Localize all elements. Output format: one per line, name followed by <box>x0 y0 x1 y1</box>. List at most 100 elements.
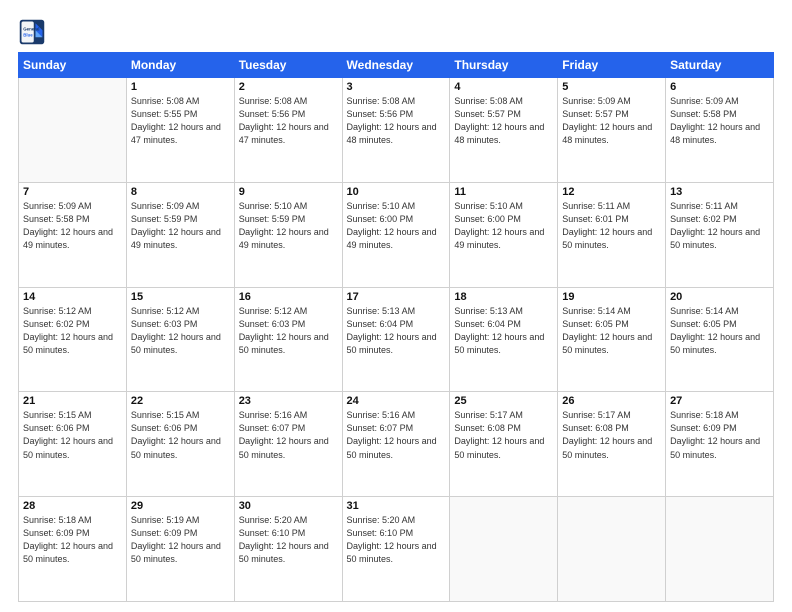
calendar-cell: 5 Sunrise: 5:09 AMSunset: 5:57 PMDaylight… <box>558 78 666 183</box>
calendar-cell: 29 Sunrise: 5:19 AMSunset: 6:09 PMDayligh… <box>126 497 234 602</box>
day-number: 28 <box>23 500 122 512</box>
day-number: 26 <box>562 395 661 407</box>
calendar-cell: 3Sunrise: 5:08 AMSunset: 5:56 PMDaylight… <box>342 78 450 183</box>
day-number: 16 <box>239 291 338 303</box>
calendar-cell: 24 Sunrise: 5:16 AMSunset: 6:07 PMDayligh… <box>342 392 450 497</box>
calendar-cell <box>450 497 558 602</box>
day-info: Sunrise: 5:08 AMSunset: 5:56 PMDaylight:… <box>347 95 446 147</box>
day-info: Sunrise: 5:15 AMSunset: 6:06 PMDaylight:… <box>23 409 122 461</box>
day-number: 4 <box>454 81 553 93</box>
weekday-header-wednesday: Wednesday <box>342 53 450 78</box>
logo-icon: General Blue <box>18 18 46 46</box>
day-info: Sunrise: 5:18 AMSunset: 6:09 PMDaylight:… <box>670 409 769 461</box>
day-number: 15 <box>131 291 230 303</box>
day-info: Sunrise: 5:08 AMSunset: 5:55 PMDaylight:… <box>131 95 230 147</box>
day-number: 7 <box>23 186 122 198</box>
calendar-cell: 6Sunrise: 5:09 AMSunset: 5:58 PMDaylight… <box>666 78 774 183</box>
day-info: Sunrise: 5:13 AMSunset: 6:04 PMDaylight:… <box>454 305 553 357</box>
day-number: 8 <box>131 186 230 198</box>
calendar-cell: 22 Sunrise: 5:15 AMSunset: 6:06 PMDayligh… <box>126 392 234 497</box>
logo: General Blue <box>18 18 50 46</box>
calendar-cell <box>666 497 774 602</box>
calendar-cell: 2Sunrise: 5:08 AMSunset: 5:56 PMDaylight… <box>234 78 342 183</box>
day-number: 21 <box>23 395 122 407</box>
day-number: 19 <box>562 291 661 303</box>
day-number: 2 <box>239 81 338 93</box>
day-info: Sunrise: 5:10 AMSunset: 6:00 PMDaylight:… <box>454 200 553 252</box>
svg-text:Blue: Blue <box>23 32 33 37</box>
weekday-header-friday: Friday <box>558 53 666 78</box>
day-info: Sunrise: 5:12 AMSunset: 6:03 PMDaylight:… <box>131 305 230 357</box>
day-info: Sunrise: 5:17 AMSunset: 6:08 PMDaylight:… <box>454 409 553 461</box>
day-number: 22 <box>131 395 230 407</box>
calendar-cell: 18 Sunrise: 5:13 AMSunset: 6:04 PMDayligh… <box>450 287 558 392</box>
day-number: 14 <box>23 291 122 303</box>
day-number: 17 <box>347 291 446 303</box>
day-info: Sunrise: 5:15 AMSunset: 6:06 PMDaylight:… <box>131 409 230 461</box>
calendar-cell: 16Sunrise: 5:12 AMSunset: 6:03 PMDayligh… <box>234 287 342 392</box>
weekday-header-monday: Monday <box>126 53 234 78</box>
day-number: 23 <box>239 395 338 407</box>
day-number: 24 <box>347 395 446 407</box>
weekday-header-saturday: Saturday <box>666 53 774 78</box>
calendar-cell: 28 Sunrise: 5:18 AMSunset: 6:09 PMDayligh… <box>19 497 127 602</box>
calendar-table: SundayMondayTuesdayWednesdayThursdayFrid… <box>18 52 774 602</box>
calendar-cell: 26 Sunrise: 5:17 AMSunset: 6:08 PMDayligh… <box>558 392 666 497</box>
day-info: Sunrise: 5:20 AMSunset: 6:10 PMDaylight:… <box>239 514 338 566</box>
day-number: 18 <box>454 291 553 303</box>
calendar-cell: 1Sunrise: 5:08 AMSunset: 5:55 PMDaylight… <box>126 78 234 183</box>
day-info: Sunrise: 5:11 AMSunset: 6:02 PMDaylight:… <box>670 200 769 252</box>
day-info: Sunrise: 5:16 AMSunset: 6:07 PMDaylight:… <box>347 409 446 461</box>
week-row-2: 7 Sunrise: 5:09 AMSunset: 5:58 PMDaylight… <box>19 182 774 287</box>
day-number: 27 <box>670 395 769 407</box>
calendar-cell: 21 Sunrise: 5:15 AMSunset: 6:06 PMDayligh… <box>19 392 127 497</box>
day-number: 9 <box>239 186 338 198</box>
day-info: Sunrise: 5:20 AMSunset: 6:10 PMDaylight:… <box>347 514 446 566</box>
week-row-5: 28 Sunrise: 5:18 AMSunset: 6:09 PMDayligh… <box>19 497 774 602</box>
calendar-cell: 11 Sunrise: 5:10 AMSunset: 6:00 PMDayligh… <box>450 182 558 287</box>
day-number: 6 <box>670 81 769 93</box>
day-info: Sunrise: 5:11 AMSunset: 6:01 PMDaylight:… <box>562 200 661 252</box>
calendar-cell: 30 Sunrise: 5:20 AMSunset: 6:10 PMDayligh… <box>234 497 342 602</box>
week-row-1: 1Sunrise: 5:08 AMSunset: 5:55 PMDaylight… <box>19 78 774 183</box>
week-row-4: 21 Sunrise: 5:15 AMSunset: 6:06 PMDayligh… <box>19 392 774 497</box>
day-number: 29 <box>131 500 230 512</box>
day-info: Sunrise: 5:19 AMSunset: 6:09 PMDaylight:… <box>131 514 230 566</box>
calendar-cell <box>19 78 127 183</box>
calendar-cell <box>558 497 666 602</box>
day-number: 25 <box>454 395 553 407</box>
day-number: 5 <box>562 81 661 93</box>
day-info: Sunrise: 5:17 AMSunset: 6:08 PMDaylight:… <box>562 409 661 461</box>
calendar-cell: 10 Sunrise: 5:10 AMSunset: 6:00 PMDayligh… <box>342 182 450 287</box>
calendar-cell: 12 Sunrise: 5:11 AMSunset: 6:01 PMDayligh… <box>558 182 666 287</box>
weekday-header-row: SundayMondayTuesdayWednesdayThursdayFrid… <box>19 53 774 78</box>
day-number: 11 <box>454 186 553 198</box>
header: General Blue <box>18 18 774 46</box>
day-info: Sunrise: 5:09 AMSunset: 5:57 PMDaylight:… <box>562 95 661 147</box>
calendar-cell: 13 Sunrise: 5:11 AMSunset: 6:02 PMDayligh… <box>666 182 774 287</box>
calendar-cell: 7 Sunrise: 5:09 AMSunset: 5:58 PMDaylight… <box>19 182 127 287</box>
day-info: Sunrise: 5:14 AMSunset: 6:05 PMDaylight:… <box>562 305 661 357</box>
day-info: Sunrise: 5:13 AMSunset: 6:04 PMDaylight:… <box>347 305 446 357</box>
svg-text:General: General <box>23 26 39 31</box>
day-info: Sunrise: 5:16 AMSunset: 6:07 PMDaylight:… <box>239 409 338 461</box>
day-number: 30 <box>239 500 338 512</box>
day-info: Sunrise: 5:09 AMSunset: 5:58 PMDaylight:… <box>23 200 122 252</box>
page: General Blue SundayMondayTuesdayWednesda… <box>0 0 792 612</box>
calendar-cell: 15 Sunrise: 5:12 AMSunset: 6:03 PMDayligh… <box>126 287 234 392</box>
day-number: 12 <box>562 186 661 198</box>
calendar-cell: 31Sunrise: 5:20 AMSunset: 6:10 PMDayligh… <box>342 497 450 602</box>
day-info: Sunrise: 5:10 AMSunset: 6:00 PMDaylight:… <box>347 200 446 252</box>
weekday-header-tuesday: Tuesday <box>234 53 342 78</box>
day-info: Sunrise: 5:14 AMSunset: 6:05 PMDaylight:… <box>670 305 769 357</box>
calendar-cell: 27 Sunrise: 5:18 AMSunset: 6:09 PMDayligh… <box>666 392 774 497</box>
calendar-cell: 9 Sunrise: 5:10 AMSunset: 5:59 PMDaylight… <box>234 182 342 287</box>
calendar-cell: 8 Sunrise: 5:09 AMSunset: 5:59 PMDaylight… <box>126 182 234 287</box>
day-info: Sunrise: 5:18 AMSunset: 6:09 PMDaylight:… <box>23 514 122 566</box>
day-number: 10 <box>347 186 446 198</box>
day-info: Sunrise: 5:10 AMSunset: 5:59 PMDaylight:… <box>239 200 338 252</box>
day-number: 20 <box>670 291 769 303</box>
weekday-header-thursday: Thursday <box>450 53 558 78</box>
day-info: Sunrise: 5:09 AMSunset: 5:59 PMDaylight:… <box>131 200 230 252</box>
day-number: 13 <box>670 186 769 198</box>
